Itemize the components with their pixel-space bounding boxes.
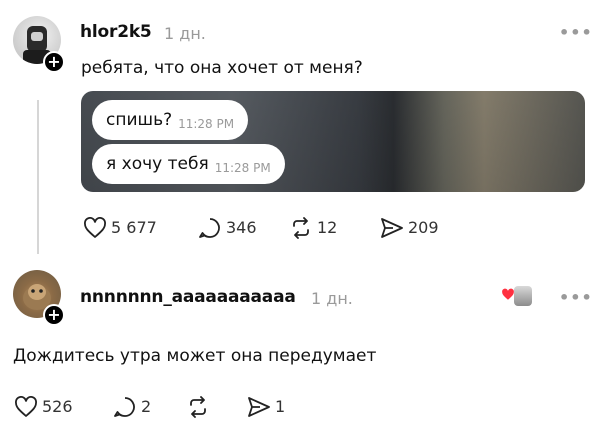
post-time: 1 дн. [164,24,206,43]
share-count: 1 [275,397,286,416]
liked-by-author-avatar [514,286,532,306]
like-count: 5 677 [111,218,157,237]
comment-button[interactable]: 346 [198,217,257,239]
repost-button[interactable]: 12 [289,217,337,239]
comment-icon [199,218,220,238]
chat-message-text: я хочу тебя [106,154,209,174]
follow-plus-icon[interactable]: + [43,304,65,326]
post-username[interactable]: hlor2k5 [80,22,152,42]
reply-username[interactable]: nnnnnnn_aaaaaaaaaaa [80,287,296,307]
share-button[interactable]: 1 [247,396,285,418]
repost-button[interactable] [186,396,214,418]
share-count: 209 [408,218,439,237]
chat-message-time: 11:28 PM [178,117,235,131]
follow-plus-icon[interactable]: + [43,51,65,73]
heart-icon [15,396,37,417]
repost-icon [293,217,309,239]
more-options-icon[interactable]: ••• [559,290,593,306]
send-icon [248,397,270,417]
comment-button[interactable]: 2 [113,396,151,418]
like-button[interactable]: 5 677 [83,217,157,239]
post-text: ребята, что она хочет от меня? [81,58,363,78]
chat-bubble: спишь? 11:28 PM [92,100,249,140]
like-button[interactable]: 526 [14,396,73,418]
chat-message-time: 11:28 PM [214,161,271,175]
thread-line [37,100,39,254]
send-icon [381,218,403,238]
chat-message-text: спишь? [106,110,173,130]
post-image[interactable]: спишь? 11:28 PM я хочу тебя 11:28 PM [81,91,585,192]
reply-time: 1 дн. [311,289,353,308]
repost-count: 12 [317,218,338,237]
more-options-icon[interactable]: ••• [559,25,593,41]
like-count: 526 [42,397,73,416]
reply-text: Дождитесь утра может она передумает [13,346,377,366]
heart-icon [84,217,106,238]
chat-bubble: я хочу тебя 11:28 PM [92,144,285,184]
comment-count: 346 [226,218,257,237]
repost-icon [190,396,206,418]
comment-count: 2 [141,397,152,416]
liked-by-author-heart-icon [502,288,514,300]
comment-icon [114,397,135,417]
share-button[interactable]: 209 [380,217,439,239]
